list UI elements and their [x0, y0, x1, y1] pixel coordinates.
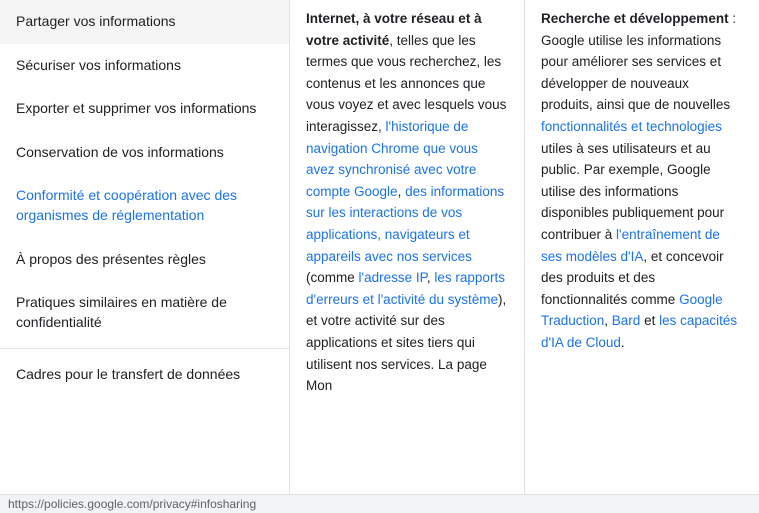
sidebar-item-label: Exporter et supprimer vos informations — [16, 100, 256, 116]
sidebar-item-label: Conservation de vos informations — [16, 144, 224, 160]
sidebar-item-exporter[interactable]: Exporter et supprimer vos informations — [0, 87, 289, 131]
sidebar-item-conformite[interactable]: Conformité et coopération avec des organ… — [0, 174, 289, 237]
sidebar-item-label: Sécuriser vos informations — [16, 57, 181, 73]
col-left: Internet, à votre réseau et à votre acti… — [290, 0, 525, 513]
sidebar-item-conservation[interactable]: Conservation de vos informations — [0, 131, 289, 175]
link-entrainement[interactable]: l'entraînement de ses modèles d'IA — [541, 227, 720, 264]
col-right-text: Recherche et développement : Google util… — [541, 8, 743, 354]
col-left-text: Internet, à votre réseau et à votre acti… — [306, 8, 508, 397]
sidebar-item-label: Cadres pour le transfert de données — [16, 366, 240, 382]
sidebar-item-cadres[interactable]: Cadres pour le transfert de données — [0, 353, 289, 397]
sidebar-item-partager[interactable]: Partager vos informations — [0, 0, 289, 44]
bold-internet: Internet, à votre réseau et à votre acti… — [306, 11, 482, 48]
statusbar: https://policies.google.com/privacy#info… — [0, 494, 759, 513]
link-bard[interactable]: Bard — [612, 313, 641, 328]
sidebar-item-pratiques[interactable]: Pratiques similaires en matière de confi… — [0, 281, 289, 344]
main-content: Internet, à votre réseau et à votre acti… — [290, 0, 759, 513]
statusbar-url: https://policies.google.com/privacy#info… — [8, 497, 256, 511]
sidebar-item-label: Pratiques similaires en matière de confi… — [16, 294, 227, 330]
sidebar-item-label: À propos des présentes règles — [16, 251, 206, 267]
sidebar-item-label: Conformité et coopération avec des organ… — [16, 187, 237, 223]
sidebar-item-securiser[interactable]: Sécuriser vos informations — [0, 44, 289, 88]
sidebar-divider — [0, 348, 289, 349]
sidebar: Partager vos informations Sécuriser vos … — [0, 0, 290, 513]
sidebar-item-apropos[interactable]: À propos des présentes règles — [0, 238, 289, 282]
col-right: Recherche et développement : Google util… — [525, 0, 759, 513]
link-fonctionnalites[interactable]: fonctionnalités et technologies — [541, 119, 722, 134]
sidebar-item-label: Partager vos informations — [16, 13, 176, 29]
link-adresse-ip[interactable]: l'adresse IP — [359, 270, 427, 285]
col-right-title: Recherche et développement — [541, 11, 729, 26]
